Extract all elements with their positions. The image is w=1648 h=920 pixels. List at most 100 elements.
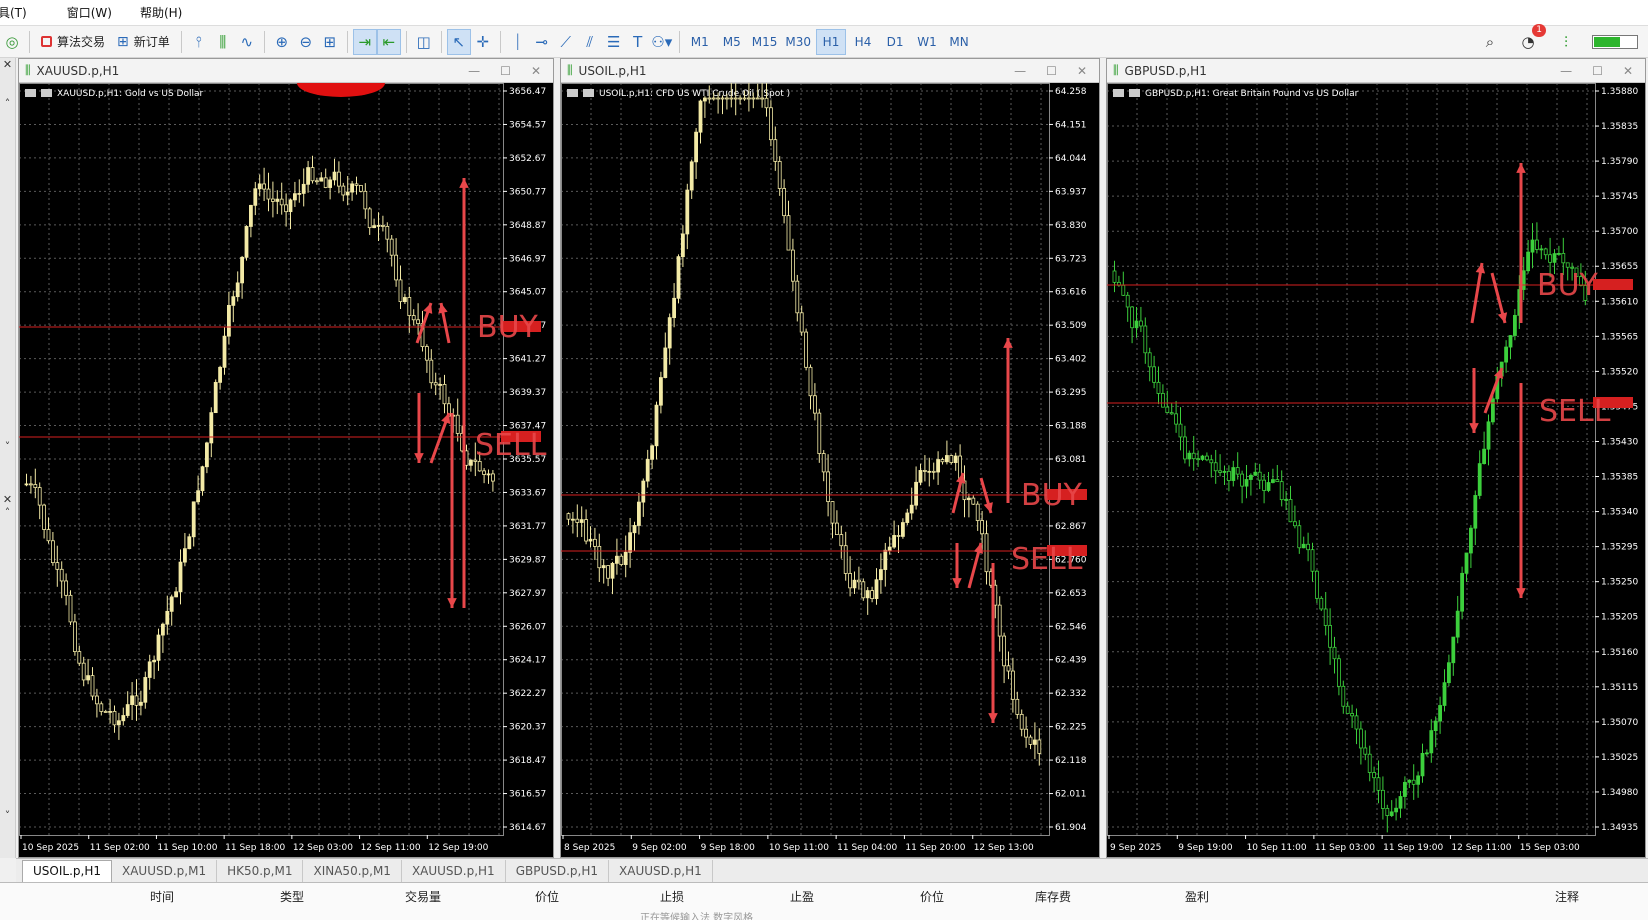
line-chart-icon[interactable]: ∿ (235, 29, 259, 55)
close-icon[interactable]: ✕ (1623, 64, 1633, 78)
chart-plot-area[interactable]: 64.258 64.151 64.044 63.937 63.830 63.723 63.6… (561, 83, 1099, 857)
close-icon[interactable]: ✕ (1077, 64, 1087, 78)
candle-body (424, 346, 429, 361)
chart-plot-area[interactable]: 3656.47 3654.57 3652.67 3650.77 3648.87 3646.… (19, 83, 553, 857)
timeframe-h1-button[interactable]: H1 (816, 28, 847, 55)
minimize-icon[interactable]: — (468, 64, 480, 78)
chart-tab[interactable]: XAUUSD.p,M1 (112, 859, 218, 882)
screenshot-icon[interactable]: ◫ (412, 29, 436, 55)
chart-title-text: USOIL.p,H1: CFD US WTI Crude Oil ( Spot … (599, 89, 790, 99)
chart-tab[interactable]: XAUUSD.p,H1 (609, 859, 713, 882)
cursor-icon[interactable]: ↖ (446, 28, 471, 55)
timeframe-d1-button[interactable]: D1 (880, 29, 910, 55)
price-tick-label: 63.723 (1055, 254, 1087, 264)
timeframe-w1-button[interactable]: W1 (912, 29, 942, 55)
candle-body (711, 97, 716, 100)
autoscroll-icon[interactable]: ⇥ (352, 28, 377, 55)
chart-tab[interactable]: USOIL.p,H1 (22, 859, 112, 882)
candle-body (1253, 471, 1258, 476)
candle-body (433, 382, 438, 386)
horizontal-line-icon[interactable]: ⊸ (530, 29, 554, 55)
signal-strength-bar (1592, 35, 1638, 49)
chart-plot-area[interactable]: 1.35880 1.35835 1.35790 1.35745 1.35700 1.356… (1107, 83, 1645, 857)
candle-body (1451, 636, 1456, 664)
price-tick-label: 3648.87 (509, 221, 546, 231)
terminal-column-header[interactable]: 盈利 (1185, 888, 1209, 905)
terminal-column-header[interactable]: 价位 (920, 888, 944, 905)
time-tick-label: 11 Sep 10:00 (157, 843, 217, 853)
menu-item-window[interactable]: 窗口(W) (41, 4, 126, 21)
candle-body (1306, 543, 1311, 551)
shapes-icon[interactable]: ⚇▾ (650, 29, 674, 55)
price-tick-label: 64.151 (1055, 120, 1087, 130)
zoom-out-icon[interactable]: ⊖ (294, 29, 318, 55)
channel-icon[interactable]: ⫽ (578, 29, 602, 55)
candle-body (593, 538, 597, 547)
candle-body (610, 562, 615, 579)
candle-body (940, 459, 945, 463)
candle-body (429, 359, 434, 384)
chart-shift-icon[interactable]: ⇤ (376, 28, 401, 55)
zoom-in-icon[interactable]: ⊕ (270, 29, 294, 55)
terminal-column-header[interactable]: 类型 (280, 888, 304, 905)
close-icon[interactable]: ✕ (0, 493, 15, 506)
maximize-icon[interactable]: ☐ (1592, 64, 1603, 78)
candle-body (468, 459, 473, 466)
menu-item-tools[interactable]: 具(T) (0, 4, 41, 21)
timeframe-m5-button[interactable]: M5 (717, 29, 747, 55)
candle-body (641, 480, 646, 503)
search-icon[interactable]: ⌕ (1478, 29, 1502, 55)
vertical-line-icon[interactable]: ⏐ (506, 29, 530, 55)
scroll-up-icon[interactable]: ˄ (0, 97, 15, 110)
algo-trading-button[interactable]: 算法交易 (35, 29, 111, 55)
text-tool-icon[interactable]: T (626, 29, 650, 55)
timeframe-m30-button[interactable]: M30 (782, 29, 814, 55)
price-tick-label: 63.188 (1055, 422, 1087, 432)
terminal-column-header[interactable]: 交易量 (405, 888, 441, 905)
chart-window-xauusd[interactable]: ⫼ XAUUSD.p,H1 — ☐ ✕ 3656.47 3654.57 3652.67 3… (18, 58, 554, 858)
fibonacci-icon[interactable]: ☰ (602, 29, 626, 55)
chart-tab[interactable]: XINA50.p,M1 (303, 859, 402, 882)
candle-body (654, 404, 659, 447)
minimize-icon[interactable]: — (1560, 64, 1572, 78)
tile-windows-icon[interactable]: ⊞ (318, 29, 342, 55)
new-order-button[interactable]: ⊞ 新订单 (111, 29, 176, 55)
close-icon[interactable]: ✕ (531, 64, 541, 78)
candlestick-icon[interactable]: ⫼ (211, 29, 235, 55)
crosshair-icon[interactable]: ✛ (471, 29, 495, 55)
bar-chart-icon[interactable]: ⫯ (187, 29, 211, 55)
connect-icon[interactable]: ◎ (0, 29, 24, 55)
scroll-down-icon[interactable]: ˅ (0, 440, 15, 453)
scroll-down-icon[interactable]: ˅ (0, 809, 15, 822)
chart-tab[interactable]: GBPUSD.p,H1 (506, 859, 610, 882)
scroll-up-icon[interactable]: ˄ (0, 506, 15, 519)
candle-body (1235, 467, 1240, 475)
candle-body (350, 183, 355, 193)
chart-window-gbpusd[interactable]: ⫼ GBPUSD.p,H1 — ☐ ✕ 1.35880 1.35835 1.35790 1… (1106, 58, 1646, 858)
terminal-column-header[interactable]: 时间 (150, 888, 174, 905)
menu-item-help[interactable]: 帮助(H) (126, 4, 196, 21)
minimize-icon[interactable]: — (1014, 64, 1026, 78)
chart-window-usoil[interactable]: ⫼ USOIL.p,H1 — ☐ ✕ 64.258 64.151 64.044 63.93… (560, 58, 1100, 858)
terminal-column-header[interactable]: 注释 (1555, 888, 1579, 905)
maximize-icon[interactable]: ☐ (1046, 64, 1057, 78)
notification-icon[interactable]: ◔ 1 (1516, 24, 1546, 55)
timeframe-m15-button[interactable]: M15 (749, 29, 781, 55)
terminal-column-header[interactable]: 止盈 (790, 888, 814, 905)
timeframe-mn-button[interactable]: MN (944, 29, 974, 55)
timeframe-m1-button[interactable]: M1 (685, 29, 715, 55)
terminal-column-header[interactable]: 止损 (660, 888, 684, 905)
price-tick-label: 62.011 (1055, 790, 1087, 800)
candle-body (742, 97, 747, 100)
maximize-icon[interactable]: ☐ (500, 64, 511, 78)
close-icon[interactable]: ✕ (0, 58, 15, 71)
candle-body (1556, 253, 1561, 255)
chart-tab[interactable]: XAUUSD.p,H1 (402, 859, 506, 882)
price-tick-label: 62.332 (1055, 689, 1087, 699)
terminal-column-header[interactable]: 价位 (535, 888, 559, 905)
price-tick-label: 1.35655 (1601, 262, 1638, 272)
terminal-column-header[interactable]: 库存费 (1035, 888, 1071, 905)
trendline-icon[interactable]: ⟋ (554, 29, 578, 55)
timeframe-h4-button[interactable]: H4 (848, 29, 878, 55)
chart-tab[interactable]: HK50.p,M1 (217, 859, 304, 882)
